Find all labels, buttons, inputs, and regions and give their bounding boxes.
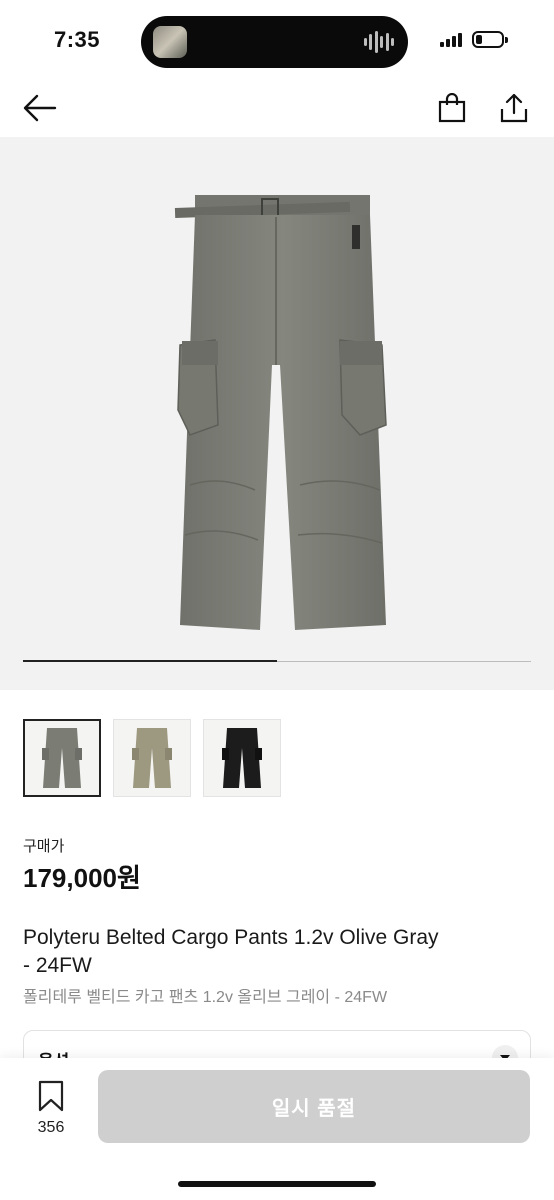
back-arrow-icon (23, 94, 57, 122)
thumbnail-olive-gray[interactable] (23, 719, 101, 797)
pants-thumbnail-image (42, 728, 82, 788)
wishlist-button[interactable]: 356 (22, 1080, 80, 1137)
product-title: Polyteru Belted Cargo Pants 1.2v Olive G… (23, 924, 523, 980)
top-nav (0, 80, 554, 136)
status-bar: 7:35 (0, 0, 554, 80)
product-image (174, 195, 387, 630)
product-title-line-1: Polyteru Belted Cargo Pants 1.2v Olive G… (23, 926, 439, 949)
pants-thumbnail-image (132, 728, 172, 788)
wishlist-count: 356 (37, 1119, 65, 1136)
thumbnail-khaki[interactable] (113, 719, 191, 797)
back-button[interactable] (20, 88, 60, 128)
cart-button[interactable] (432, 88, 472, 128)
share-button[interactable] (494, 88, 534, 128)
shopping-bag-icon (438, 93, 466, 123)
cellular-signal-icon (440, 32, 462, 47)
bookmark-icon (38, 1080, 64, 1112)
product-image-carousel[interactable] (0, 137, 554, 690)
share-icon (500, 93, 528, 123)
thumbnail-black[interactable] (203, 719, 281, 797)
bottom-action-bar: 356 일시 품절 (0, 1058, 554, 1200)
home-indicator (178, 1181, 376, 1187)
pants-thumbnail-image (222, 728, 262, 788)
carousel-progress-bar (23, 660, 277, 662)
product-subtitle-ko: 폴리테루 벨티드 카고 팬츠 1.2v 올리브 그레이 - 24FW (23, 989, 388, 1006)
price-label: 구매가 (23, 838, 65, 855)
music-thumbnail-icon (153, 26, 187, 58)
dynamic-island[interactable] (141, 16, 408, 68)
sold-out-button[interactable]: 일시 품절 (98, 1070, 530, 1143)
color-thumbnails (23, 719, 281, 797)
price-value: 179,000원 (23, 863, 141, 893)
audio-wave-icon (364, 30, 394, 54)
battery-icon (472, 31, 508, 48)
product-title-line-2: - 24FW (23, 954, 92, 977)
status-time: 7:35 (54, 27, 101, 52)
carousel-progress-track (23, 660, 531, 662)
status-indicators (440, 31, 508, 48)
